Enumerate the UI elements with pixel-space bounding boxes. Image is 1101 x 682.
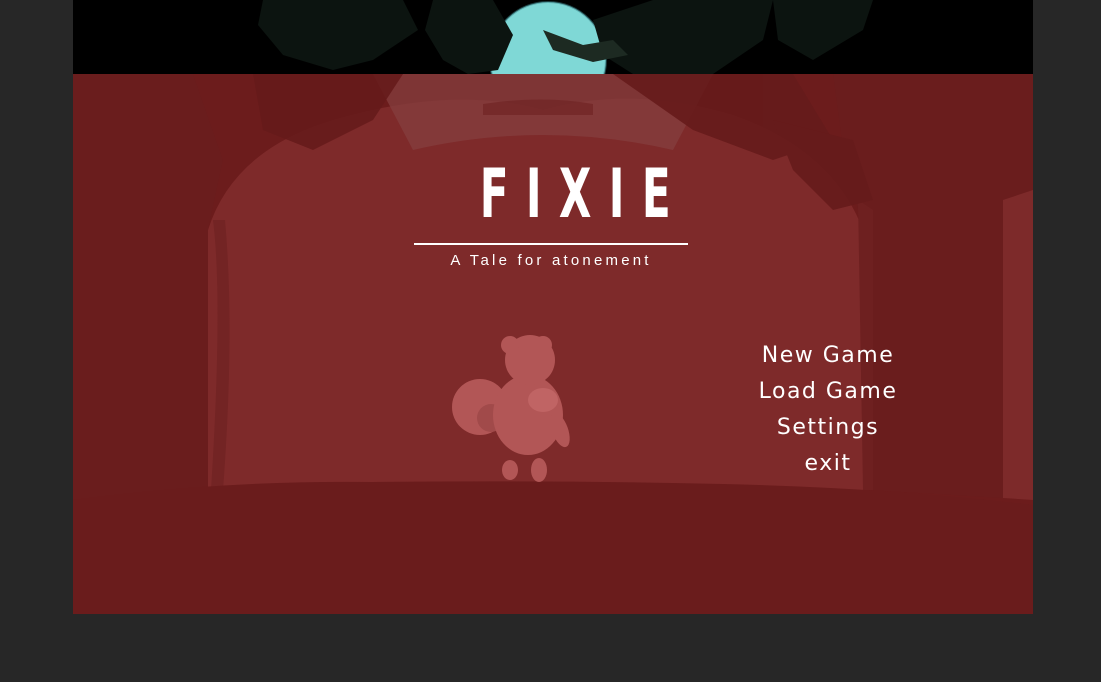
left-tree — [73, 74, 223, 500]
game-title: FIXIE — [479, 155, 688, 234]
title-block: FIXIE A Tale for atonement — [414, 155, 688, 269]
load-game-button[interactable]: Load Game — [728, 374, 928, 410]
game-viewport: FIXIE A Tale for atonement New Game Load… — [73, 0, 1033, 614]
exit-button[interactable]: exit — [728, 446, 928, 482]
game-subtitle: A Tale for atonement — [450, 252, 652, 269]
title-divider — [414, 243, 688, 245]
new-game-button[interactable]: New Game — [728, 338, 928, 374]
main-menu: New Game Load Game Settings exit — [728, 338, 928, 482]
ground — [73, 481, 1033, 614]
forest-background — [73, 0, 1033, 614]
settings-button[interactable]: Settings — [728, 410, 928, 446]
